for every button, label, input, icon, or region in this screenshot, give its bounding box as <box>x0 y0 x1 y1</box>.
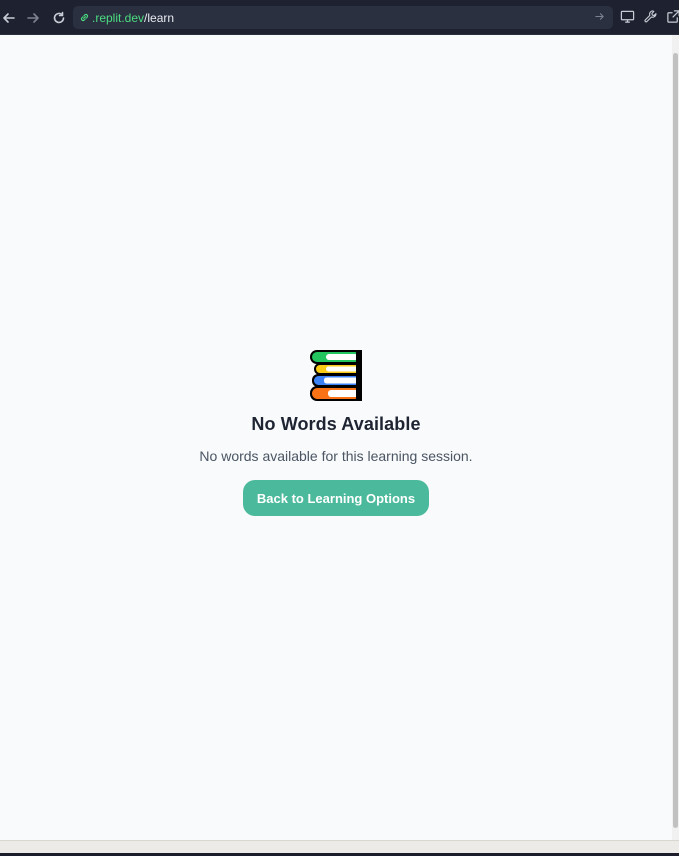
link-icon <box>79 12 90 23</box>
bottom-strip <box>0 840 679 856</box>
wrench-icon[interactable] <box>643 9 659 25</box>
back-arrow-icon[interactable] <box>0 9 18 27</box>
empty-state-title: No Words Available <box>251 414 421 434</box>
forward-arrow-icon[interactable] <box>24 9 42 27</box>
books-icon <box>310 350 362 401</box>
monitor-icon[interactable] <box>620 9 636 25</box>
empty-state-message: No words available for this learning ses… <box>199 448 473 464</box>
open-external-icon[interactable] <box>666 9 679 25</box>
page-viewport: No Words Available No words available fo… <box>0 35 672 840</box>
scrollbar-thumb[interactable] <box>673 53 678 828</box>
url-path: /learn <box>144 10 175 25</box>
browser-toolbar: .replit.dev/learn <box>0 0 679 35</box>
scrollbar[interactable] <box>672 35 679 840</box>
go-arrow-icon[interactable] <box>594 11 605 25</box>
url-bar[interactable]: .replit.dev/learn <box>73 6 613 29</box>
reload-icon[interactable] <box>50 9 68 27</box>
url-host: .replit.dev <box>92 10 145 25</box>
empty-state: No Words Available No words available fo… <box>0 349 672 516</box>
back-to-learning-options-button[interactable]: Back to Learning Options <box>242 480 430 516</box>
